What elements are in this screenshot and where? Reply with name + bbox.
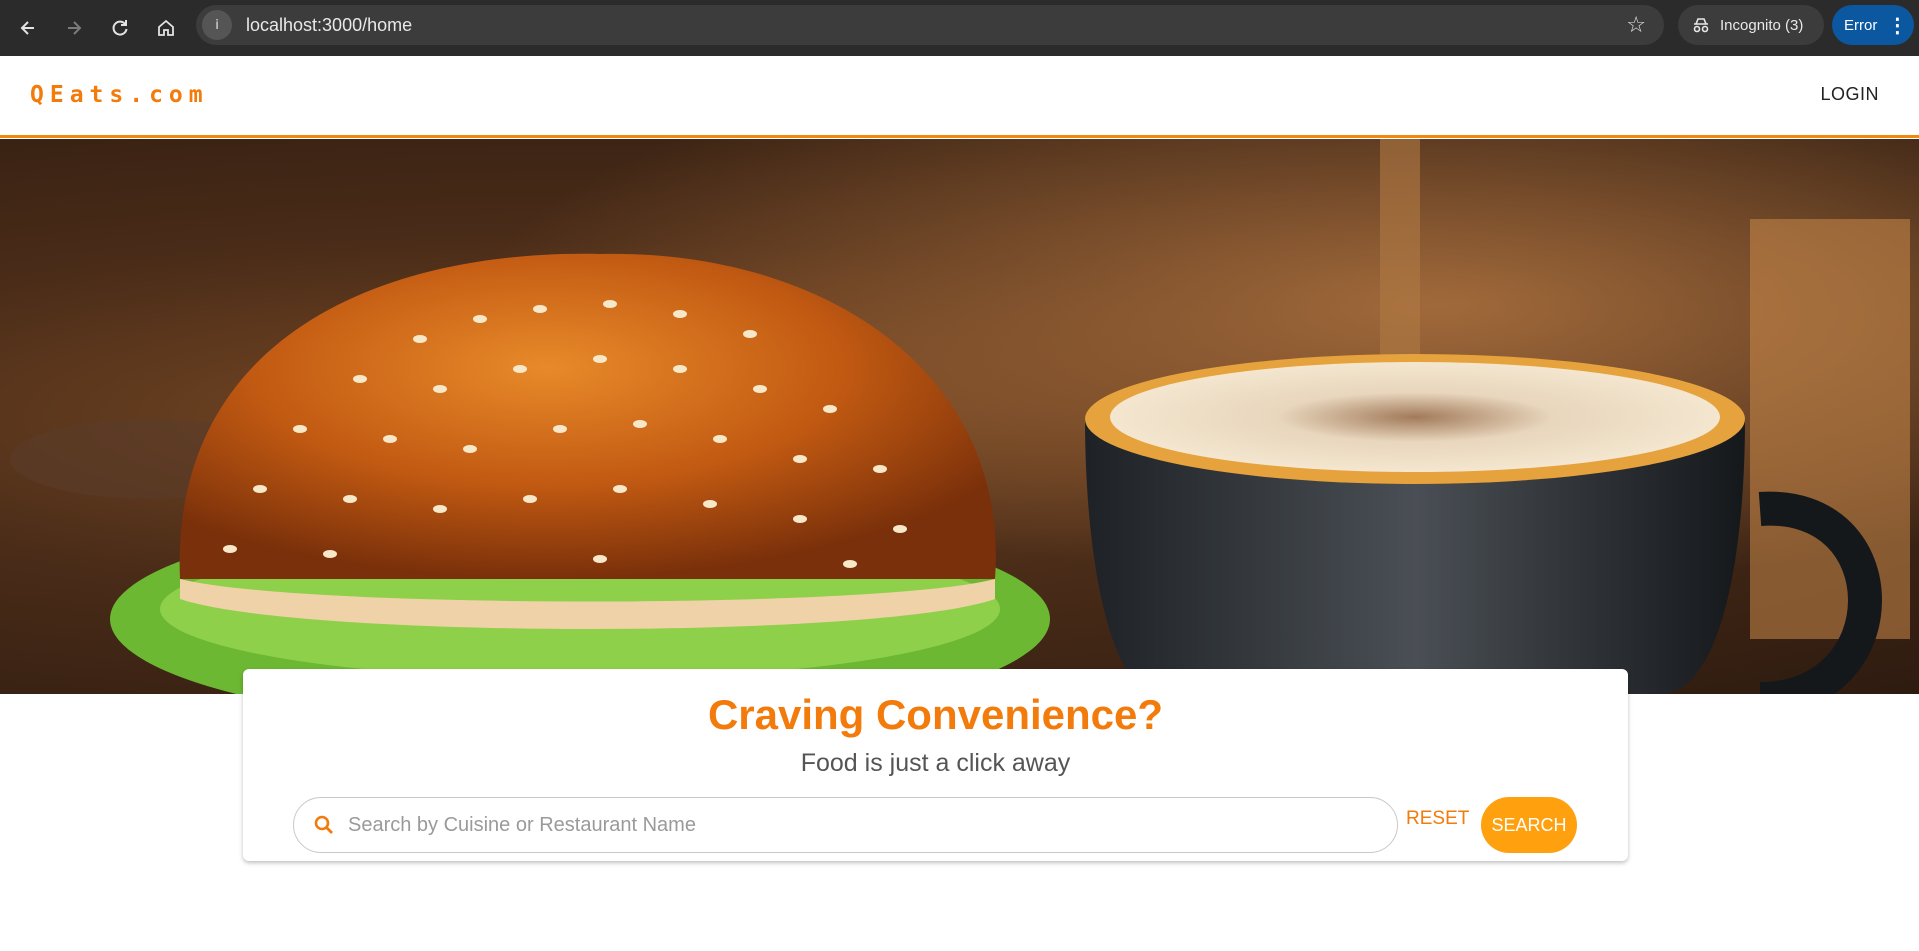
forward-icon[interactable] bbox=[56, 10, 92, 46]
error-label: Error bbox=[1844, 16, 1878, 34]
burger-coffee-illustration bbox=[0, 139, 1919, 694]
incognito-label: Incognito (3) bbox=[1720, 16, 1804, 34]
brand-logo[interactable]: QEats.com bbox=[30, 82, 209, 108]
address-bar[interactable]: i localhost:3000/home ☆ bbox=[196, 5, 1664, 45]
search-button[interactable]: SEARCH bbox=[1481, 797, 1577, 853]
reset-button[interactable]: RESET bbox=[1406, 808, 1469, 830]
search-input[interactable] bbox=[348, 813, 1348, 837]
reload-icon[interactable] bbox=[102, 10, 138, 46]
search-field[interactable] bbox=[293, 797, 1398, 853]
search-icon bbox=[314, 815, 333, 834]
hero-image bbox=[0, 139, 1919, 694]
search-card: Craving Convenience? Food is just a clic… bbox=[243, 669, 1628, 861]
incognito-indicator[interactable]: Incognito (3) bbox=[1678, 5, 1824, 45]
page-title: Craving Convenience? bbox=[707, 691, 1164, 738]
profile-error-button[interactable]: Error ⋮ bbox=[1832, 5, 1914, 45]
back-icon[interactable] bbox=[10, 10, 46, 46]
more-menu-icon[interactable]: ⋮ bbox=[1887, 13, 1907, 38]
browser-toolbar: i localhost:3000/home ☆ Incognito (3) Er… bbox=[0, 0, 1919, 56]
page-subtitle: Food is just a click away bbox=[800, 749, 1071, 777]
app-header: QEats.com LOGIN bbox=[0, 56, 1919, 138]
url-text[interactable]: localhost:3000/home bbox=[246, 15, 412, 36]
site-info-icon[interactable]: i bbox=[202, 10, 232, 40]
bookmark-star-icon[interactable]: ☆ bbox=[1626, 13, 1646, 38]
home-icon[interactable] bbox=[148, 10, 184, 46]
incognito-icon bbox=[1693, 18, 1709, 33]
login-button[interactable]: LOGIN bbox=[1820, 84, 1879, 105]
